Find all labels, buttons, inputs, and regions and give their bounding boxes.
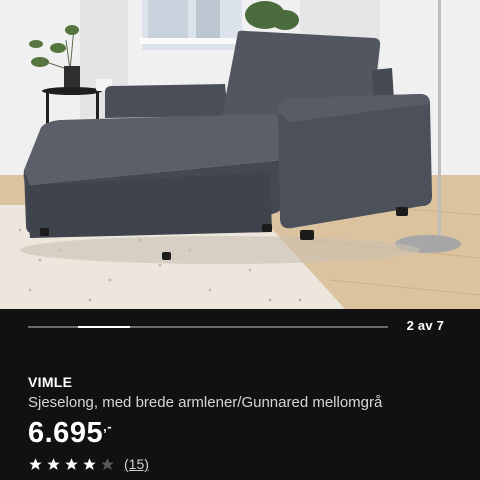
gallery-scroll-indicator[interactable] bbox=[78, 326, 130, 328]
product-info: VIMLE Sjeselong, med brede armlener/Gunn… bbox=[28, 374, 460, 472]
price-suffix: ,- bbox=[103, 419, 113, 434]
price-value: 6.695 bbox=[28, 417, 104, 449]
star-icon bbox=[83, 457, 96, 470]
star-icon bbox=[29, 457, 42, 470]
product-image[interactable] bbox=[0, 0, 480, 309]
gallery-progress: 2 av 7 bbox=[0, 309, 480, 345]
product-price: 6.695,- bbox=[28, 417, 460, 450]
product-description: Sjeselong, med brede armlener/Gunnared m… bbox=[28, 394, 383, 411]
product-name: VIMLE bbox=[28, 374, 73, 390]
star-empty-icon bbox=[101, 457, 114, 470]
star-icon bbox=[65, 457, 78, 470]
rating[interactable]: (15) bbox=[28, 456, 460, 472]
gallery-scroll-track[interactable] bbox=[28, 326, 388, 328]
star-icon bbox=[47, 457, 60, 470]
review-count-link[interactable]: (15) bbox=[124, 456, 149, 472]
gallery-counter: 2 av 7 bbox=[406, 318, 444, 333]
